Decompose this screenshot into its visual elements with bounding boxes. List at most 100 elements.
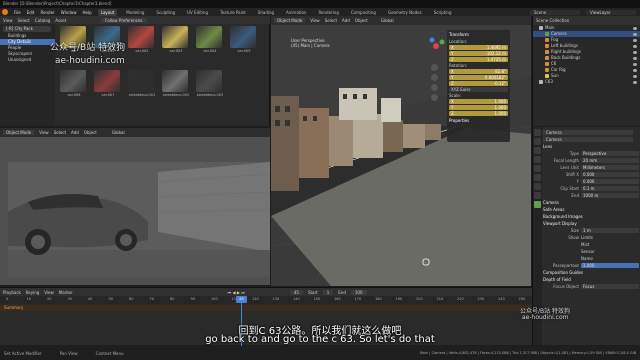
asset-menu-asset[interactable]: Asset: [55, 18, 66, 23]
rotation-x-field[interactable]: X 82.8°: [449, 69, 508, 74]
tool-tab-icon[interactable]: [534, 129, 541, 136]
tab-compositing[interactable]: Compositing: [348, 9, 379, 16]
play-icon[interactable]: ▶: [237, 290, 240, 295]
vp-menu-view[interactable]: View: [310, 18, 320, 23]
ortho-toggle-icon[interactable]: [431, 94, 438, 101]
shift-y-field[interactable]: 0.000: [581, 179, 639, 184]
visibility-icon[interactable]: [633, 44, 637, 48]
safe-areas-section[interactable]: Safe Areas: [543, 206, 639, 213]
cam-menu-object[interactable]: Object: [84, 130, 97, 135]
passepartout-field[interactable]: 1.000: [581, 263, 639, 268]
asset-tile[interactable]: car.006: [60, 70, 88, 100]
menu-render[interactable]: Render: [40, 10, 54, 15]
visibility-icon[interactable]: [633, 38, 637, 42]
show-sensor-checkbox[interactable]: Sensor: [581, 249, 639, 254]
asset-menu-view[interactable]: View: [3, 18, 13, 23]
cam-mode-select[interactable]: Object Mode: [3, 130, 35, 135]
camera-section[interactable]: Camera: [543, 199, 639, 206]
object-tab-icon[interactable]: [534, 183, 541, 190]
jump-start-icon[interactable]: ⏮: [228, 290, 232, 295]
depth-of-field-section[interactable]: Depth of Field: [543, 276, 639, 283]
vp-menu-select[interactable]: Select: [325, 18, 337, 23]
pan-icon[interactable]: [431, 74, 438, 81]
show-name-checkbox[interactable]: Name: [581, 256, 639, 261]
tab-shading[interactable]: Shading: [255, 9, 277, 16]
blender-logo-icon[interactable]: [2, 9, 8, 15]
lens-unit-select[interactable]: Millimeters: [581, 165, 639, 170]
world-tab-icon[interactable]: [534, 174, 541, 181]
focus-object-field[interactable]: Focus: [581, 284, 639, 289]
asset-tile[interactable]: car.005: [230, 26, 258, 56]
rotation-z-field[interactable]: Z -0.12°: [449, 81, 508, 86]
follow-preferences-button[interactable]: Follow Preferences: [101, 17, 147, 23]
asset-tile[interactable]: streetdeco.003: [196, 70, 224, 100]
tl-menu-view[interactable]: View: [44, 290, 54, 295]
visibility-icon[interactable]: [633, 26, 637, 30]
tab-layout[interactable]: Layout: [97, 8, 118, 16]
scale-x-field[interactable]: X 1.000: [449, 99, 508, 104]
render-tab-icon[interactable]: [534, 138, 541, 145]
tab-sculpting[interactable]: Sculpting: [153, 9, 178, 16]
vp-menu-add[interactable]: Add: [342, 18, 350, 23]
mode-select[interactable]: Object Mode: [274, 18, 306, 23]
cam-menu-view[interactable]: View: [39, 130, 49, 135]
visibility-icon[interactable]: [633, 32, 637, 36]
timeline-ruler[interactable]: 0 10 20 30 40 50 60 70 80 90 100 110 120 130 140 150 160…: [0, 296, 532, 304]
composition-guides-section[interactable]: Composition Guides: [543, 269, 639, 276]
location-y-field[interactable]: Y -102.12 m: [449, 51, 508, 56]
background-images-section[interactable]: Background Images: [543, 213, 639, 220]
catalog-unassigned[interactable]: Unassigned: [0, 57, 55, 63]
camera-view-icon[interactable]: [431, 84, 438, 91]
outliner-row[interactable]: C63: [533, 79, 640, 85]
summary-row[interactable]: Summary: [0, 305, 532, 311]
cam-transform-orientation[interactable]: Global: [112, 130, 125, 135]
show-limits-checkbox[interactable]: Limits: [581, 235, 639, 240]
focal-length-field[interactable]: 20 mm: [581, 158, 639, 163]
asset-menu-catalog[interactable]: Catalog: [35, 18, 50, 23]
tab-animation[interactable]: Animation: [283, 9, 309, 16]
current-frame-field[interactable]: 45: [289, 289, 303, 295]
asset-tile[interactable]: car.002: [128, 26, 156, 56]
tl-menu-keying[interactable]: Keying: [26, 290, 39, 295]
clip-start-field[interactable]: 0.1 m: [581, 186, 639, 191]
asset-tile[interactable]: car.003: [162, 26, 190, 56]
menu-window[interactable]: Window: [61, 10, 77, 15]
rotation-y-field[interactable]: Y 0.000182°: [449, 75, 508, 80]
tl-menu-marker[interactable]: Marker: [59, 290, 73, 295]
tab-texture-paint[interactable]: Texture Paint: [217, 9, 249, 16]
location-z-field[interactable]: Z 1.4725 m: [449, 57, 508, 62]
vp-menu-object[interactable]: Object: [355, 18, 368, 23]
playhead-frame-label[interactable]: 45: [236, 296, 247, 303]
type-select[interactable]: Perspective: [581, 151, 639, 156]
properties-subpanel[interactable]: Properties: [449, 118, 508, 124]
transform-orientation[interactable]: Global: [381, 18, 394, 23]
size-field[interactable]: 1 m: [581, 228, 639, 233]
tab-uv-editing[interactable]: UV Editing: [184, 9, 211, 16]
lens-section[interactable]: Lens: [543, 143, 639, 150]
menu-help[interactable]: Help: [82, 10, 91, 15]
constraints-tab-icon[interactable]: [534, 192, 541, 199]
tab-modeling[interactable]: Modeling: [123, 9, 147, 16]
asset-tile[interactable]: car.004: [196, 26, 224, 56]
props-data-name[interactable]: Camera: [543, 137, 633, 142]
zoom-icon[interactable]: [431, 64, 438, 71]
shift-x-field[interactable]: 0.000: [581, 172, 639, 177]
menu-file[interactable]: File: [14, 10, 21, 15]
asset-tile[interactable]: streetdeco.001: [128, 70, 156, 100]
start-frame-field[interactable]: 1: [322, 289, 334, 295]
tab-rendering[interactable]: Rendering: [315, 9, 341, 16]
jump-end-icon[interactable]: ⏭: [241, 290, 245, 295]
end-frame-field[interactable]: 100: [350, 289, 367, 295]
visibility-icon[interactable]: [633, 62, 637, 66]
visibility-icon[interactable]: [633, 68, 637, 72]
navigation-gizmo[interactable]: [426, 36, 446, 56]
asset-menu-select[interactable]: Select: [18, 18, 30, 23]
visibility-icon[interactable]: [633, 56, 637, 60]
visibility-icon[interactable]: [633, 80, 637, 84]
location-x-field[interactable]: X 1.4695 m: [449, 45, 508, 50]
camera-viewport[interactable]: [0, 137, 270, 285]
tab-geometry-nodes[interactable]: Geometry Nodes: [385, 9, 425, 16]
tl-menu-playback[interactable]: Playback: [3, 290, 21, 295]
asset-tile[interactable]: streetdeco.002: [162, 70, 190, 100]
tab-scripting[interactable]: Scripting: [431, 9, 455, 16]
